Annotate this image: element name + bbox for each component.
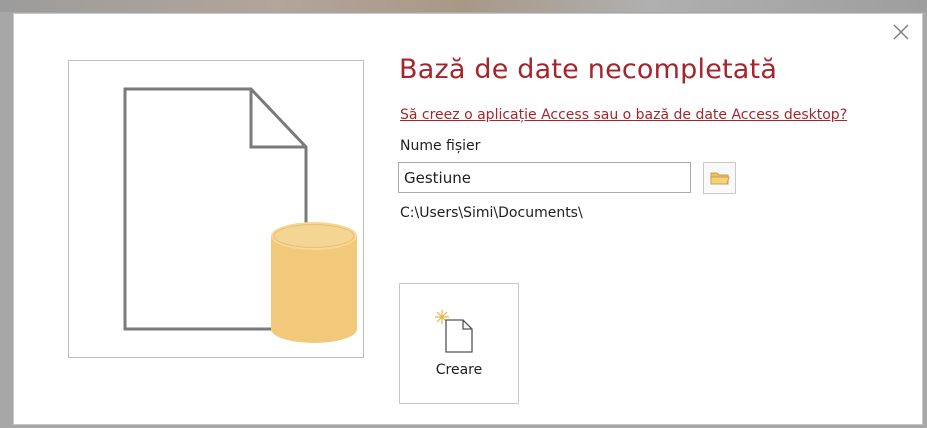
access-app-link[interactable]: Să creez o aplicație Access sau o bază d… [400,107,847,123]
filename-label: Nume fișier [400,138,481,154]
close-icon [893,24,909,40]
template-preview [68,60,364,358]
database-cylinder-body [271,236,357,343]
close-button[interactable] [889,20,913,44]
save-location-path: C:\Users\Simi\Documents\ [400,205,583,221]
background-strip [0,0,927,12]
blank-database-illustration [123,87,357,343]
folder-icon [710,172,730,185]
create-button-label: Creare [435,362,483,378]
new-document-icon [435,310,473,353]
filename-input[interactable] [398,162,691,193]
dialog-title: Bază de date necompletată [399,54,778,85]
create-button[interactable]: Creare [399,283,519,404]
browse-location-button[interactable] [703,162,736,194]
